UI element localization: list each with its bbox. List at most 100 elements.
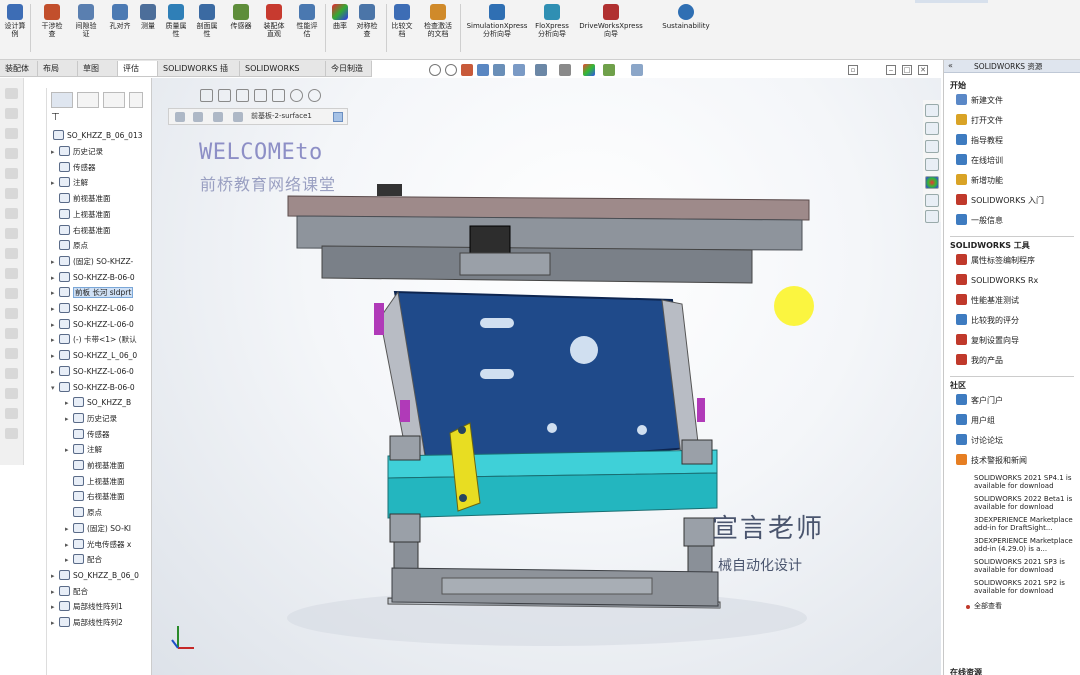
news-item[interactable]: 3DEXPERIENCE Marketplace add-in (4.29.0)… <box>974 537 1078 553</box>
hide-show-items-icon[interactable] <box>559 64 571 76</box>
home-icon[interactable] <box>925 104 939 117</box>
strip-icon[interactable] <box>5 408 18 419</box>
strip-icon[interactable] <box>5 88 18 99</box>
strip-icon[interactable] <box>5 348 18 359</box>
tree-item[interactable]: ▸ (固定) SO-KI <box>65 521 151 536</box>
tree-item[interactable]: 传感器 <box>51 160 151 175</box>
section-title[interactable]: 社区 <box>950 380 966 391</box>
tree-item[interactable]: 右视基准面 <box>65 489 151 504</box>
tree-item[interactable]: 前视基准面 <box>51 191 151 206</box>
configuration-tab[interactable] <box>103 92 125 108</box>
task-pane-link[interactable]: 复制设置向导 <box>956 334 1019 348</box>
collapse-icon[interactable]: « <box>948 61 953 70</box>
task-pane-link[interactable]: 我的产品 <box>956 354 1003 368</box>
custom-properties-icon[interactable] <box>925 194 939 207</box>
symmetry-button[interactable]: 对称检 查 <box>352 4 382 38</box>
tab-evaluate[interactable]: 评估 <box>118 61 158 76</box>
tree-item[interactable]: ▸ 历史记录 <box>51 144 151 159</box>
tree-item[interactable]: ▸ 局部线性阵列2 <box>51 615 151 630</box>
strip-icon[interactable] <box>5 248 18 259</box>
tree-item[interactable]: ▸ SO-KHZZ-L-06-0 <box>51 301 151 316</box>
tab-solidworks-addins[interactable]: SOLIDWORKS 插件 <box>158 61 240 88</box>
tree-item[interactable]: 原点 <box>51 238 151 253</box>
expand-arrow-icon[interactable]: ▸ <box>65 443 73 457</box>
strip-icon[interactable] <box>5 388 18 399</box>
floxpress-button[interactable]: FloXpress 分析向导 <box>532 4 572 38</box>
forum-tab-icon[interactable] <box>925 210 939 223</box>
close-icon[interactable]: ✕ <box>918 65 928 75</box>
news-item[interactable]: SOLIDWORKS 2022 Beta1 is available for d… <box>974 495 1078 511</box>
news-item[interactable]: SOLIDWORKS 2021 SP3 is available for dow… <box>974 558 1078 574</box>
simulationxpress-button[interactable]: SimulationXpress 分析向导 <box>464 4 530 38</box>
expand-arrow-icon[interactable]: ▸ <box>51 176 59 190</box>
more-tabs-icon[interactable] <box>129 92 143 108</box>
expand-arrow-icon[interactable]: ▸ <box>51 255 59 269</box>
performance-button[interactable]: 性能评 估 <box>292 4 322 38</box>
edit-appearance-icon[interactable] <box>583 64 595 76</box>
cad-model[interactable] <box>152 78 941 675</box>
tree-item[interactable]: 传感器 <box>65 427 151 442</box>
expand-arrow-icon[interactable]: ▸ <box>51 616 59 630</box>
tree-item[interactable]: ▸ SO_KHZZ_B <box>65 395 151 410</box>
cyan-plate[interactable] <box>387 472 718 519</box>
task-pane-link[interactable]: 客户门户 <box>956 394 1003 408</box>
tree-item[interactable]: ▸ SO_KHZZ_B_06_0 <box>51 568 151 583</box>
strip-icon[interactable] <box>5 288 18 299</box>
feature-tree-tab[interactable] <box>51 92 73 108</box>
file-explorer-icon[interactable] <box>925 140 939 153</box>
strip-icon[interactable] <box>5 268 18 279</box>
property-manager-tab[interactable] <box>77 92 99 108</box>
task-pane-link[interactable]: 新增功能 <box>956 174 1003 188</box>
zoom-to-fit-icon[interactable] <box>429 64 441 76</box>
strip-icon[interactable] <box>5 188 18 199</box>
task-pane-link[interactable]: SOLIDWORKS Rx <box>956 274 1038 288</box>
news-item[interactable]: 3DEXPERIENCE Marketplace add-in for Draf… <box>974 516 1078 532</box>
measure-button[interactable]: 测量 <box>136 4 160 30</box>
tab-solidworks-mbd[interactable]: SOLIDWORKS MBD <box>240 61 326 88</box>
tree-item[interactable]: ▸ 配合 <box>51 584 151 599</box>
section-title[interactable]: 开始 <box>950 80 966 91</box>
tree-item[interactable]: ▾ SO-KHZZ-B-06-0 <box>51 380 151 395</box>
section-view-icon[interactable] <box>477 64 489 76</box>
task-pane-link[interactable]: 技术警报和新闻 <box>956 454 1027 468</box>
tree-item[interactable]: ▸ SO-KHZZ-B-06-0 <box>51 270 151 285</box>
strip-icon[interactable] <box>5 168 18 179</box>
strip-icon[interactable] <box>5 108 18 119</box>
tab-make-today[interactable]: 今日制造 <box>326 61 372 76</box>
expand-arrow-icon[interactable]: ▸ <box>51 302 59 316</box>
strip-icon[interactable] <box>5 368 18 379</box>
online-resources-title[interactable]: 在线资源 <box>950 667 982 675</box>
tree-item[interactable]: 原点 <box>65 505 151 520</box>
assembly-visualization-button[interactable]: 装配体 直观 <box>258 4 290 38</box>
task-pane-link[interactable]: 新建文件 <box>956 94 1003 108</box>
tab-assembly[interactable]: 装配体 <box>0 61 38 76</box>
expand-arrow-icon[interactable]: ▸ <box>51 569 59 583</box>
tree-item[interactable]: ▸ SO-KHZZ-L-06-0 <box>51 317 151 332</box>
task-pane-link[interactable]: 一般信息 <box>956 214 1003 228</box>
expand-arrow-icon[interactable]: ▸ <box>65 396 73 410</box>
view-all-link[interactable]: 全部查看 <box>966 602 1078 610</box>
strip-icon[interactable] <box>5 228 18 239</box>
expand-arrow-icon[interactable]: ▾ <box>51 381 59 395</box>
design-library-icon[interactable] <box>925 122 939 135</box>
tree-item[interactable]: ▸ 历史记录 <box>65 411 151 426</box>
task-pane-link[interactable]: 用户组 <box>956 414 995 428</box>
task-pane-link[interactable]: 性能基准测试 <box>956 294 1019 308</box>
interference-button[interactable]: 干涉检 查 <box>36 4 68 38</box>
task-pane-link[interactable]: 打开文件 <box>956 114 1003 128</box>
expand-arrow-icon[interactable]: ▸ <box>65 553 73 567</box>
task-pane-link[interactable]: 在线培训 <box>956 154 1003 168</box>
tree-item[interactable]: ▸ 局部线性阵列1 <box>51 599 151 614</box>
strip-icon[interactable] <box>5 128 18 139</box>
driveworksxpress-button[interactable]: DriveWorksXpress 向导 <box>576 4 646 38</box>
strip-icon[interactable] <box>5 428 18 439</box>
view-settings-icon[interactable] <box>631 64 643 76</box>
expand-arrow-icon[interactable]: ▸ <box>51 365 59 379</box>
tree-item[interactable]: ▸ (-) 卡带<1> (默认 <box>51 332 151 347</box>
graphics-area[interactable]: 前基板-2-surface1 WELCOMEto 前桥教育网络课堂 宣言老师 械… <box>151 78 941 675</box>
expand-arrow-icon[interactable]: ▸ <box>51 585 59 599</box>
strip-icon[interactable] <box>5 328 18 339</box>
previous-view-icon[interactable] <box>461 64 473 76</box>
tree-item[interactable]: ▸ 光电传感器 x <box>65 537 151 552</box>
sustainability-button[interactable]: Sustainability <box>656 4 716 30</box>
